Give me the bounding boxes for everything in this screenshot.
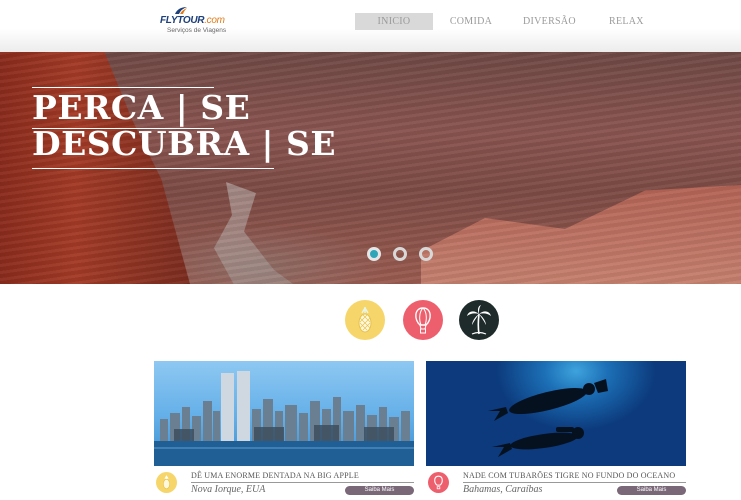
card-title: DÊ UMA ENORME DENTADA NA BIG APPLE	[191, 471, 359, 480]
hero-line-2: DESCUBRA | SE	[32, 124, 337, 163]
slider-dot-1[interactable]	[367, 247, 381, 261]
learn-more-button[interactable]: Saiba Mais	[345, 486, 414, 495]
hero-headline: PERCA | SE DESCUBRA | SE	[32, 87, 337, 169]
nav-item-inicio[interactable]: INICIO	[355, 13, 433, 30]
card-category-badge	[428, 472, 449, 493]
destination-card-bahamas[interactable]: NADE COM TUBARÕES TIGRE NO FUNDO DO OCEA…	[426, 361, 686, 500]
pineapple-icon	[358, 307, 372, 333]
card-location: Bahamas, Caraíbas	[463, 484, 543, 495]
palm-tree-icon	[467, 305, 491, 335]
new-york-skyline-image	[154, 361, 414, 466]
category-relax-button[interactable]	[459, 300, 499, 340]
nav-item-comida[interactable]: COMIDA	[447, 13, 495, 30]
card-category-badge	[156, 472, 177, 493]
nav-item-relax[interactable]: RELAX	[609, 13, 644, 30]
logo-tagline: Serviços de Viagens	[167, 27, 227, 34]
card-location: Nova Iorque, EUA	[191, 484, 266, 495]
hot-air-balloon-icon	[415, 307, 431, 334]
headline-rule-top	[32, 87, 214, 88]
site-header: FLYTOUR.com Serviços de Viagens INICIO C…	[0, 0, 741, 52]
category-fun-button[interactable]	[403, 300, 443, 340]
headline-rule-middle	[32, 128, 214, 129]
card-title: NADE COM TUBARÕES TIGRE NO FUNDO DO OCEA…	[463, 471, 676, 480]
hero-line-1: PERCA | SE	[32, 88, 251, 127]
slider-dot-3[interactable]	[419, 247, 433, 261]
divers-illustration	[488, 379, 608, 457]
category-food-button[interactable]	[345, 300, 385, 340]
destination-card-new-york[interactable]: DÊ UMA ENORME DENTADA NA BIG APPLE Nova …	[154, 361, 414, 500]
pineapple-icon	[163, 475, 170, 490]
logo-swoosh-icon	[175, 7, 187, 14]
slider-dot-2[interactable]	[393, 247, 407, 261]
logo[interactable]: FLYTOUR.com Serviços de Viagens	[160, 6, 230, 36]
headline-rule-bottom	[32, 168, 274, 169]
logo-wordmark: FLYTOUR.com	[160, 15, 225, 26]
learn-more-button[interactable]: Saiba Mais	[617, 486, 686, 495]
hero-slider: PERCA | SE DESCUBRA | SE	[0, 52, 741, 284]
card-divider	[463, 482, 686, 483]
skyline-illustration	[154, 371, 414, 466]
nav-item-diversao[interactable]: DIVERSÃO	[523, 13, 576, 30]
card-divider	[191, 482, 414, 483]
divers-underwater-image	[426, 361, 686, 466]
hot-air-balloon-icon	[434, 475, 443, 490]
